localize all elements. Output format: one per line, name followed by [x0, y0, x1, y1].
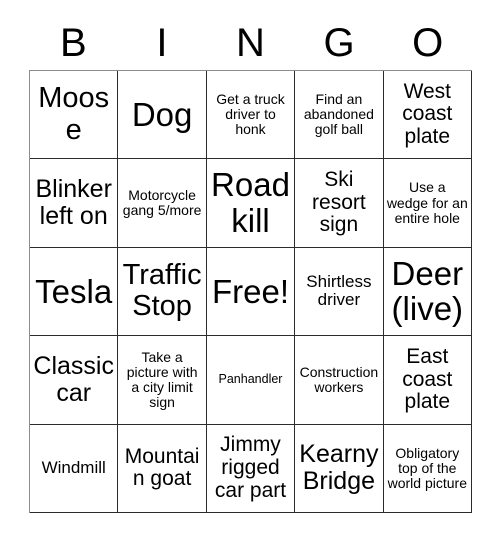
bingo-cell-label: Construction workers [299, 363, 379, 395]
bingo-cell-label: Motorcycle gang 5/more [122, 186, 202, 219]
bingo-cell[interactable]: East coast plate [383, 336, 472, 425]
bingo-cell[interactable]: Dog [118, 71, 207, 160]
bingo-cell[interactable]: Tesla [30, 247, 119, 337]
bingo-cell-label: West coast plate [402, 79, 453, 149]
bingo-cell-label: Get a truck driver to honk [216, 91, 285, 138]
bingo-cell-label: Kearny Bridge [299, 440, 379, 496]
bingo-card: B I N G O Moose Dog Get a truck driver t… [0, 0, 500, 544]
bingo-cell-label: Take a picture with a city limit sign [126, 348, 198, 410]
bingo-cell[interactable]: Moose [30, 71, 119, 160]
header-letter-b: B [59, 21, 87, 65]
header-letter-g: G [323, 21, 355, 65]
bingo-cell-label: Mountain goat [124, 444, 200, 491]
header-letter-i: I [156, 21, 168, 65]
bingo-cell[interactable]: Windmill [30, 424, 119, 513]
bingo-cell-label: East coast plate [402, 344, 453, 414]
bingo-cell-label: Obligatory top of the world picture [387, 444, 467, 491]
bingo-cell[interactable]: Get a truck driver to honk [206, 71, 296, 160]
bingo-cell[interactable]: Shirtless driver [295, 247, 384, 337]
bingo-cell[interactable]: Obligatory top of the world picture [383, 424, 472, 513]
bingo-cell[interactable]: Panhandler [206, 336, 296, 425]
bingo-cell[interactable]: Ski resort sign [295, 159, 384, 248]
bingo-cell-label: Dog [131, 95, 193, 133]
bingo-cell-label: Traffic Stop [122, 259, 202, 323]
bingo-cell[interactable]: Find an abandoned golf ball [295, 71, 384, 160]
bingo-cell-label: Ski resort sign [312, 168, 366, 237]
bingo-cell-free-space[interactable]: Free! [206, 247, 296, 337]
bingo-cell-label: Classic car [33, 351, 114, 407]
bingo-cell[interactable]: Construction workers [295, 336, 384, 425]
header-letter-n: N [236, 21, 265, 65]
bingo-cell-label: Road kill [211, 166, 290, 240]
bingo-cell[interactable]: Motorcycle gang 5/more [118, 159, 207, 248]
bingo-cell-label: Deer (live) [391, 254, 464, 328]
bingo-cell[interactable]: Road kill [206, 159, 296, 248]
bingo-cell-label: Shirtless driver [306, 272, 372, 310]
bingo-cell[interactable]: Jimmy rigged car part [206, 424, 296, 513]
bingo-cell[interactable]: Traffic Stop [118, 247, 207, 337]
bingo-cell[interactable]: Use a wedge for an entire hole [383, 159, 472, 248]
bingo-cell[interactable]: Mountain goat [118, 424, 207, 513]
bingo-cell-label: Jimmy rigged car part [214, 433, 287, 502]
bingo-cell-label: Blinker left on [35, 175, 112, 231]
bingo-cell[interactable]: Classic car [30, 336, 119, 425]
bingo-cell-label: Find an abandoned golf ball [303, 91, 374, 138]
bingo-grid: Moose Dog Get a truck driver to honk Fin… [29, 70, 472, 513]
header-letter-o: O [412, 21, 444, 65]
bingo-header-row: B I N G O [29, 18, 472, 68]
bingo-cell[interactable]: Kearny Bridge [295, 424, 384, 513]
bingo-cell-label: Use a wedge for an entire hole [386, 179, 468, 226]
bingo-cell[interactable]: West coast plate [383, 71, 472, 160]
bingo-cell-label: Moose [38, 82, 110, 146]
bingo-cell[interactable]: Take a picture with a city limit sign [118, 336, 207, 425]
bingo-cell[interactable]: Deer (live) [383, 247, 472, 337]
bingo-cell-label: Free! [211, 272, 289, 310]
bingo-cell-label: Windmill [41, 458, 106, 478]
bingo-cell-label: Panhandler [218, 372, 283, 387]
bingo-cell[interactable]: Blinker left on [30, 159, 119, 248]
bingo-cell-label: Tesla [35, 272, 113, 310]
